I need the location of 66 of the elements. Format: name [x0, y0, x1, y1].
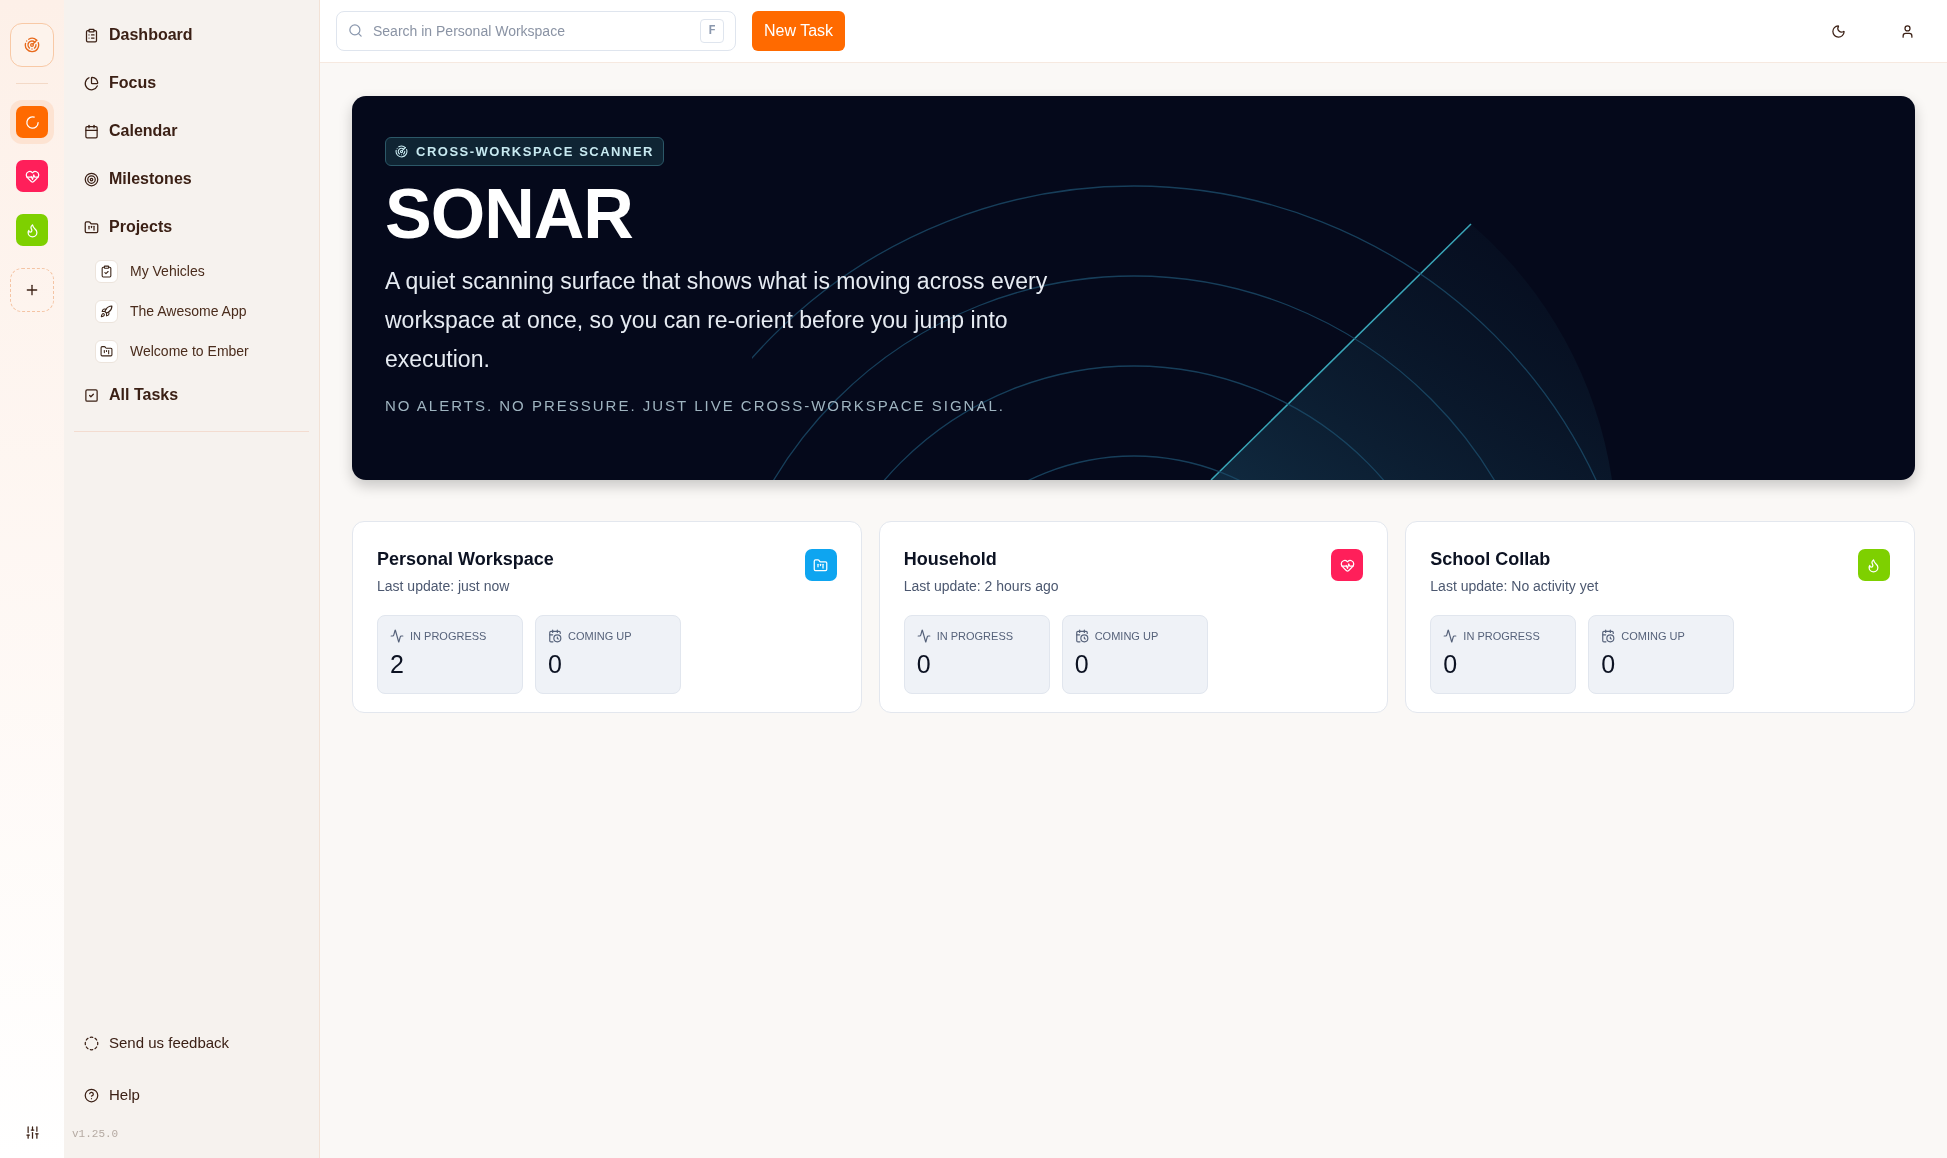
heart-icon [24, 168, 40, 184]
version-label: v1.25.0 [71, 1126, 120, 1142]
calendar-icon [84, 123, 99, 139]
footer-link[interactable]: Send us feedback [64, 1017, 319, 1070]
stat-label: COMING UP [1094, 629, 1159, 644]
last-update: Last update: No activity yet [1430, 577, 1599, 596]
plus-icon [24, 282, 40, 298]
stat-value: 0 [1443, 648, 1459, 680]
radar-icon [24, 37, 40, 53]
last-update: Last update: just now [377, 577, 511, 596]
stat-label: IN PROGRESS [410, 629, 487, 644]
clipboard-check-icon [100, 264, 113, 278]
pulse-icon [390, 629, 404, 644]
flame-icon [24, 222, 40, 238]
pie-chart-icon [84, 75, 99, 91]
project-link[interactable]: The Awesome App [64, 291, 319, 331]
stat-label: COMING UP [1621, 629, 1685, 644]
pulse-icon [916, 629, 931, 644]
badge-label: CROSS-WORKSPACE SCANNER [416, 142, 654, 161]
last-update: Last update: 2 hours ago [903, 577, 1059, 596]
stat-value: 0 [548, 648, 563, 680]
workspace-name: Personal Workspace [377, 548, 554, 571]
stat-value: 2 [390, 648, 405, 680]
stat-label: IN PROGRESS [1463, 629, 1540, 644]
target-icon [84, 171, 99, 187]
shortcut-key: F [700, 19, 724, 43]
help-icon [84, 1088, 99, 1103]
app-logo[interactable] [10, 23, 54, 67]
search-icon [348, 23, 363, 38]
clipboard-icon [84, 27, 99, 43]
nav-link[interactable]: All Tasks [64, 371, 319, 419]
rocket-icon [100, 304, 113, 318]
stat-value: 0 [1074, 648, 1090, 680]
folder-icon [84, 219, 99, 235]
checkbox-icon [84, 387, 99, 403]
heart-icon [1339, 557, 1355, 573]
calendar-clock-icon [1601, 629, 1616, 644]
hero-tagline: NO ALERTS. NO PRESSURE. JUST LIVE CROSS-WORKSPACE SIGNAL. [385, 396, 1005, 416]
nav-link[interactable]: Dashboard [64, 11, 319, 59]
pulse-icon [1443, 629, 1458, 644]
calendar-clock-icon [1074, 629, 1089, 644]
nav-link[interactable]: Calendar [64, 107, 319, 155]
folder-icon [813, 557, 829, 573]
hero-title: SONAR [385, 174, 633, 255]
workspace-name: Household [903, 548, 998, 571]
nav-link[interactable]: Milestones [64, 155, 319, 203]
folder-icon [100, 344, 113, 358]
stat-value: 0 [916, 648, 932, 680]
stat-label: COMING UP [568, 629, 632, 644]
calendar-clock-icon [548, 629, 562, 644]
project-link[interactable]: Welcome to Ember [64, 331, 319, 371]
stat-value: 0 [1601, 648, 1617, 680]
dashed-circle-icon [84, 1036, 99, 1051]
workspace-switcher[interactable] [10, 100, 54, 144]
project-link[interactable]: My Vehicles [64, 251, 319, 291]
account-icon[interactable] [1900, 23, 1915, 39]
settings-icon[interactable] [24, 1125, 40, 1140]
nav-link[interactable]: Focus [64, 59, 319, 107]
hero-description: A quiet scanning surface that shows what is moving across every workspace at once, so you can re-orient before you jump into execution. [385, 267, 1049, 374]
radar-icon [395, 145, 408, 158]
footer-link[interactable]: Help [64, 1069, 319, 1122]
workspace-name: School Collab [1430, 548, 1552, 571]
stat-label: IN PROGRESS [936, 629, 1014, 644]
spinner-icon [24, 114, 40, 130]
nav-link[interactable]: Projects [64, 203, 319, 251]
theme-toggle-icon[interactable] [1831, 23, 1846, 39]
